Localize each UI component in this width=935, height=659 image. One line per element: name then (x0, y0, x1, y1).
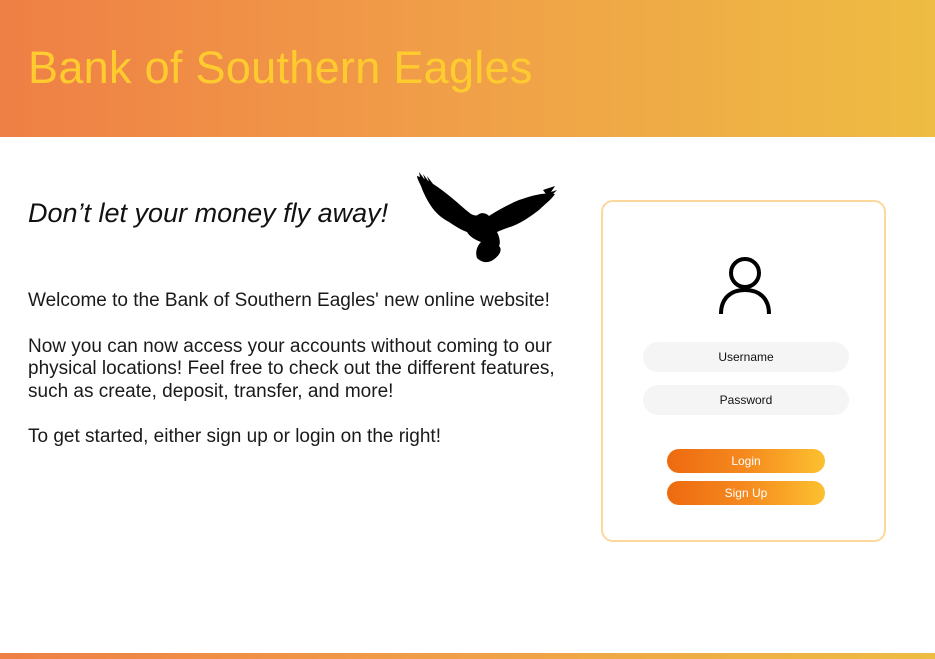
login-card: Login Sign Up (601, 200, 886, 542)
site-title: Bank of Southern Eagles (28, 42, 533, 93)
user-icon (719, 257, 771, 315)
intro-text: Welcome to the Bank of Southern Eagles' … (28, 290, 588, 472)
tagline: Don’t let your money fly away! (28, 198, 389, 228)
intro-paragraph-features: Now you can now access your accounts wit… (28, 335, 555, 402)
site-header: Bank of Southern Eagles (0, 0, 935, 137)
eagle-icon (417, 172, 557, 263)
login-button[interactable]: Login (667, 449, 825, 473)
intro-paragraph-cta: To get started, either sign up or login … (28, 426, 441, 447)
intro-paragraph-welcome: Welcome to the Bank of Southern Eagles' … (28, 290, 550, 311)
username-input[interactable] (643, 342, 849, 372)
footer-bar (0, 653, 935, 659)
password-input[interactable] (643, 385, 849, 415)
sign-up-button[interactable]: Sign Up (667, 481, 825, 505)
